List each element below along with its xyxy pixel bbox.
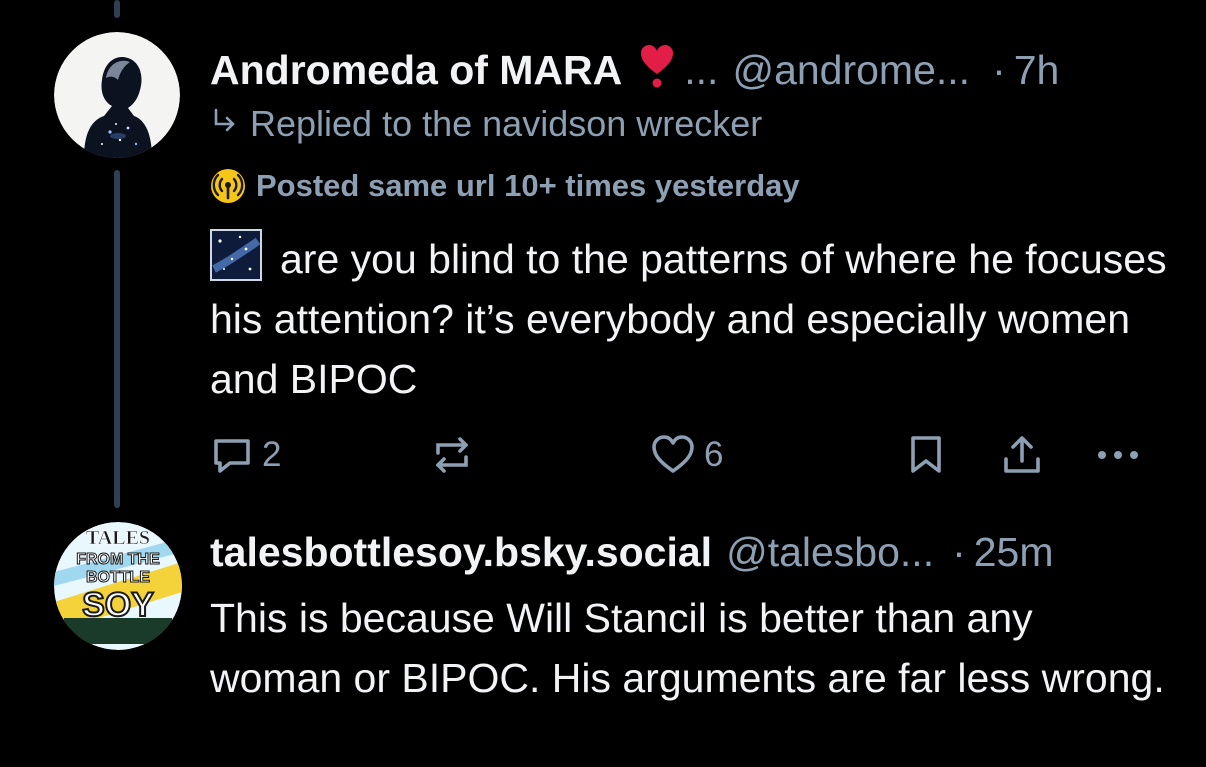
- avatar-text-bottle: BOTTLE: [86, 569, 150, 586]
- avatar-andromeda[interactable]: [54, 32, 180, 158]
- post-2-text: This is because Will Stancil is better t…: [210, 595, 1165, 701]
- avatar-text-tales: TALES: [86, 527, 150, 549]
- repost-button[interactable]: [428, 433, 476, 477]
- avatar-talesbottlesoy[interactable]: TALES FROM THE BOTTLE SOY: [54, 522, 182, 650]
- post-1-actions: 2 6: [210, 433, 1150, 481]
- like-count: 6: [704, 435, 724, 474]
- post-1-header: Andromeda of MARA ... @androme... · 7h: [210, 40, 1059, 91]
- post-1-body: are you blind to the patterns of where h…: [210, 229, 1170, 409]
- post-1-text: are you blind to the patterns of where h…: [210, 236, 1167, 402]
- author-name[interactable]: talesbottlesoy.bsky.social: [210, 532, 712, 573]
- post-time[interactable]: 7h: [1014, 50, 1060, 91]
- moderation-label[interactable]: Posted same url 10+ times yesterday: [210, 168, 800, 204]
- like-button[interactable]: 6: [650, 433, 723, 477]
- reply-count: 2: [262, 435, 282, 474]
- bookmark-icon: [911, 436, 941, 473]
- ellipsis-text: ...: [684, 47, 719, 93]
- reply-arrow-icon: [210, 103, 240, 145]
- author-handle[interactable]: @androme...: [732, 50, 970, 91]
- reply-to-line[interactable]: Replied to the navidson wrecker: [210, 103, 762, 145]
- author-handle[interactable]: @talesbo...: [726, 532, 934, 573]
- reply-icon: [214, 439, 250, 473]
- post-2-body: This is because Will Stancil is better t…: [210, 588, 1170, 708]
- post-time[interactable]: 25m: [974, 532, 1054, 573]
- share-button[interactable]: [1000, 433, 1044, 477]
- heart-exclamation-icon: [640, 44, 674, 95]
- thread-line-middle: [114, 170, 120, 508]
- post-2-header: talesbottlesoy.bsky.social @talesbo... ·…: [210, 532, 1054, 573]
- separator-dot: ·: [952, 529, 966, 575]
- avatar-text-soy: SOY: [82, 586, 154, 624]
- broadcast-icon: [210, 168, 246, 204]
- separator-dot: ·: [992, 47, 1006, 93]
- share-icon: [1004, 436, 1040, 473]
- avatar-text-from-the: FROM THE: [76, 551, 160, 568]
- heart-icon: [652, 435, 694, 473]
- milky-way-icon: [210, 229, 262, 281]
- more-icon: [1098, 451, 1138, 459]
- repost-icon: [436, 437, 468, 473]
- reply-button[interactable]: 2: [210, 433, 281, 477]
- label-text: Posted same url 10+ times yesterday: [256, 168, 800, 203]
- thread-line-top: [114, 0, 120, 18]
- bookmark-button[interactable]: [906, 433, 946, 477]
- author-name[interactable]: Andromeda of MARA: [210, 50, 622, 91]
- more-options-button[interactable]: [1094, 433, 1142, 477]
- reply-to-text: Replied to the navidson wrecker: [250, 103, 763, 144]
